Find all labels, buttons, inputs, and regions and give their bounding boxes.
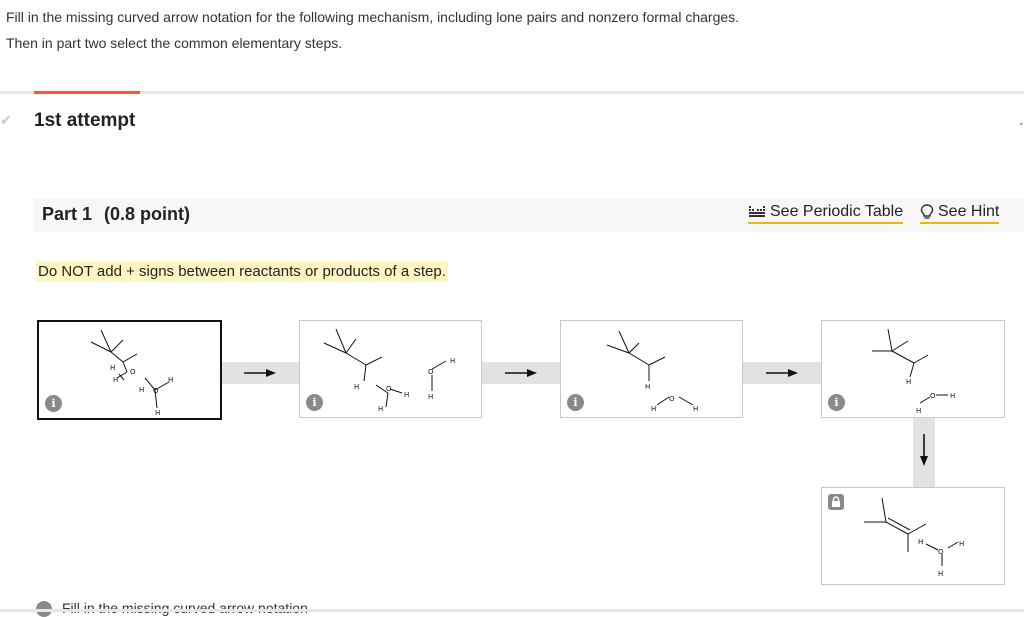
mechanism-step-3[interactable]: H O H H i [560, 320, 743, 418]
mechanism-step-4[interactable]: H O H H i [821, 320, 1005, 418]
svg-text:H: H [693, 405, 698, 413]
structure-1: OHH H OHH [90, 329, 173, 417]
svg-text:H: H [645, 383, 650, 391]
svg-text:H: H [938, 570, 943, 578]
svg-text:O: O [130, 368, 136, 376]
svg-text:H: H [354, 383, 359, 391]
svg-text:O: O [428, 368, 434, 376]
svg-text:H: H [950, 392, 955, 400]
structure-3: H O H H [606, 330, 698, 413]
svg-text:H: H [168, 376, 173, 384]
svg-text:H: H [113, 376, 118, 384]
svg-text:O: O [669, 395, 675, 403]
mechanism-step-5: H O H H [821, 487, 1005, 585]
lock-icon [828, 494, 844, 510]
svg-text:H: H [139, 386, 144, 394]
next-section-label: Fill in the missing curved arrow notatio… [62, 600, 308, 616]
structure-5: H O H H [864, 497, 964, 578]
svg-text:O: O [153, 387, 159, 395]
mechanism-step-1[interactable]: OHH HOHH i [37, 320, 222, 420]
structure-2: H O H H O H H [323, 328, 455, 413]
svg-text:H: H [916, 407, 921, 415]
svg-text:H: H [906, 378, 911, 386]
structure-4: H O H H [872, 328, 955, 415]
svg-text:O: O [930, 392, 936, 400]
svg-text:H: H [155, 409, 160, 417]
svg-text:O: O [938, 548, 944, 556]
svg-text:H: H [378, 405, 383, 413]
svg-text:H: H [428, 393, 433, 401]
svg-text:H: H [918, 538, 923, 546]
info-icon[interactable]: i [306, 394, 323, 411]
mechanism-step-2[interactable]: H O H H O H H i [299, 320, 482, 418]
svg-text:O: O [386, 385, 392, 393]
info-icon[interactable]: i [45, 395, 62, 412]
info-icon[interactable]: i [828, 394, 845, 411]
svg-text:H: H [651, 405, 656, 413]
svg-text:H: H [110, 364, 115, 372]
svg-text:H: H [404, 391, 409, 399]
svg-text:H: H [450, 357, 455, 365]
svg-text:H: H [959, 540, 964, 548]
info-icon[interactable]: i [567, 394, 584, 411]
